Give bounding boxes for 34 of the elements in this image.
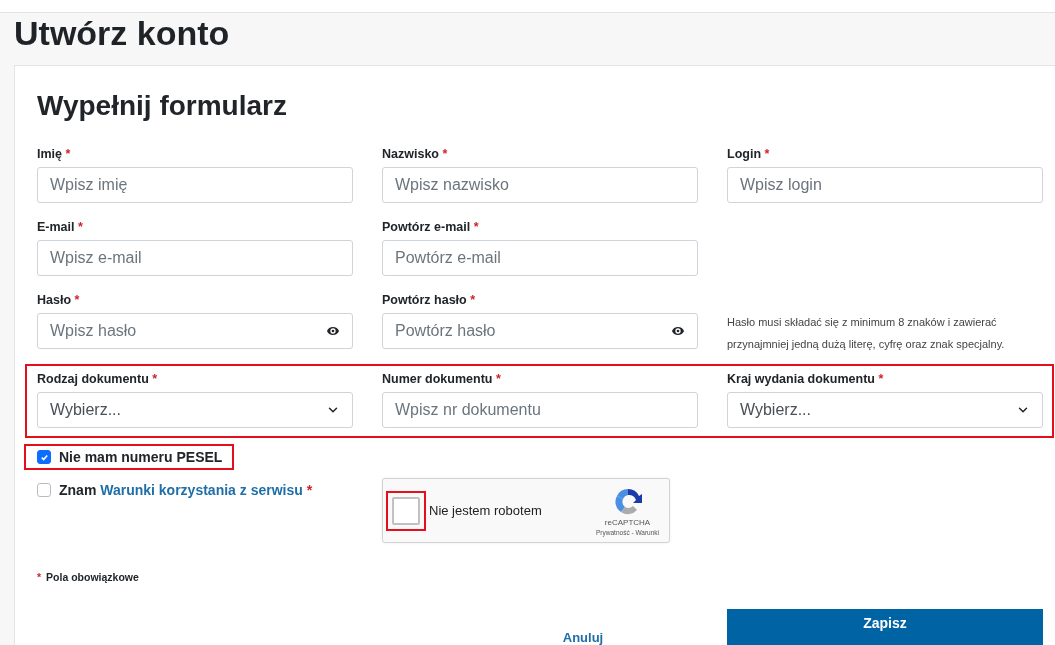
- text-field[interactable]: Wpisz imię: [37, 167, 353, 203]
- captcha-brand: reCAPTCHA: [604, 517, 651, 527]
- password-field[interactable]: Wpisz hasło: [37, 313, 353, 349]
- field-label: Numer dokumentu *: [382, 372, 502, 386]
- checkbox-label: Znam Warunki korzystania z serwisu *: [59, 482, 313, 498]
- select-field[interactable]: Wybierz...: [37, 392, 353, 428]
- field-label: Rodzaj dokumentu *: [37, 372, 159, 386]
- checkbox[interactable]: [37, 483, 51, 497]
- field-label: Login *: [727, 147, 771, 161]
- field-label: Kraj wydania dokumentu *: [727, 372, 885, 386]
- terms-link[interactable]: Warunki korzystania z serwisu: [100, 482, 303, 498]
- field-label: E-mail *: [37, 220, 84, 234]
- page-title: Utwórz konto: [13, 13, 231, 54]
- form-title: Wypełnij formularz: [37, 89, 288, 123]
- checkbox-label: Nie mam numeru PESEL: [59, 449, 223, 465]
- field-label: Powtórz e-mail *: [382, 220, 480, 234]
- field-label: Powtórz hasło *: [382, 293, 477, 307]
- password-field[interactable]: Powtórz hasło: [382, 313, 698, 349]
- required-note: * Pola obowiązkowe: [37, 571, 140, 583]
- text-field[interactable]: Wpisz e-mail: [37, 240, 353, 276]
- check-icon: [39, 452, 49, 462]
- text-field[interactable]: Wpisz nr dokumentu: [382, 392, 698, 428]
- captcha-label: Nie jestem robotem: [429, 503, 543, 518]
- field-label: Hasło *: [37, 293, 81, 307]
- text-field[interactable]: Powtórz e-mail: [382, 240, 698, 276]
- cancel-button[interactable]: Anuluj: [468, 609, 698, 645]
- checkbox[interactable]: [37, 450, 51, 464]
- save-button[interactable]: Zapisz: [727, 609, 1043, 645]
- select-field[interactable]: Wybierz...: [727, 392, 1043, 428]
- password-hint: Hasło musi składać się z minimum 8 znaków i zawierać przynajmniej jedną dużą literę, cyfrę oraz znak specjalny.: [727, 315, 1006, 352]
- field-label: Nazwisko *: [382, 147, 449, 161]
- text-field[interactable]: Wpisz nazwisko: [382, 167, 698, 203]
- text-field[interactable]: Wpisz login: [727, 167, 1043, 203]
- field-label: Imię *: [37, 147, 72, 161]
